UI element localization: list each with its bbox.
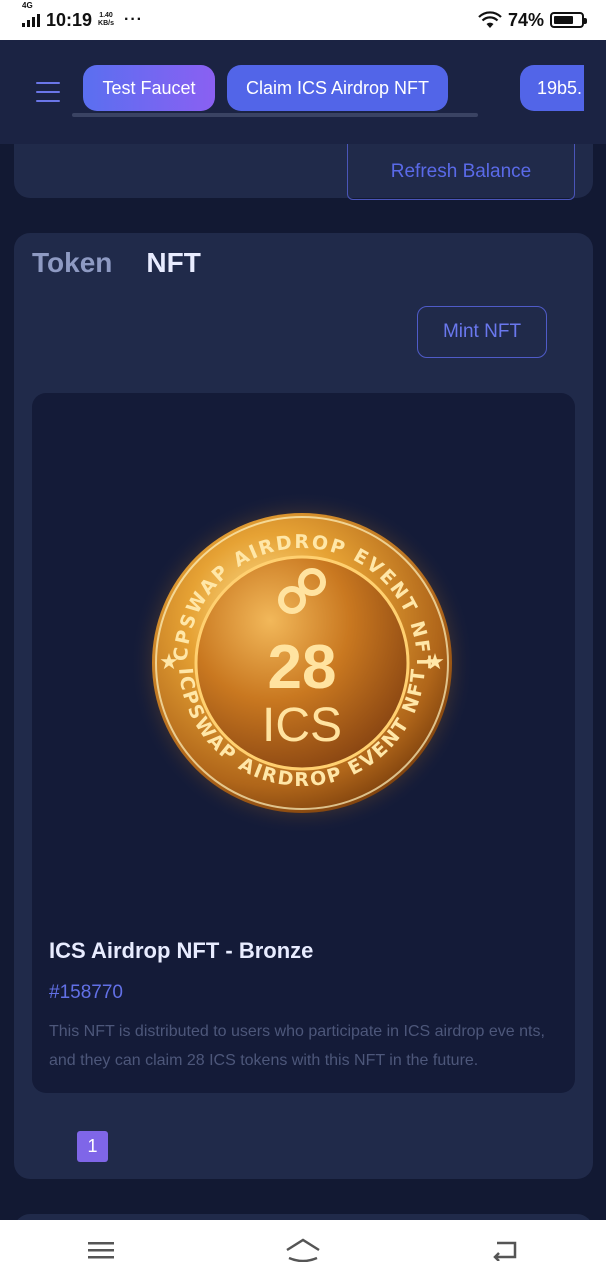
coin-amount: 28 bbox=[268, 633, 337, 702]
gold-coin-image: ICPSWAP AIRDROP EVENT NFT ICPSWAP AIRDRO… bbox=[122, 471, 474, 835]
network-speed: 1.40 KB/s bbox=[98, 12, 114, 28]
speed-value: 1.40 bbox=[99, 12, 113, 19]
test-faucet-button[interactable]: Test Faucet bbox=[83, 65, 215, 111]
main-content: Refresh Balance Token NFT Mint NFT CPSWA… bbox=[0, 144, 606, 1220]
wifi-icon bbox=[478, 11, 502, 28]
nft-card[interactable]: ICPSWAP AIRDROP EVENT NFT ICPSWAP AIRDRO… bbox=[32, 393, 575, 1093]
network-type: 4G bbox=[22, 0, 33, 10]
balance-card: Refresh Balance bbox=[14, 144, 593, 200]
nft-description: This NFT is distributed to users who par… bbox=[49, 1023, 545, 1069]
refresh-balance-button[interactable]: Refresh Balance bbox=[347, 144, 575, 200]
tab-nft[interactable]: NFT bbox=[146, 247, 200, 279]
svg-text:★: ★ bbox=[159, 650, 179, 675]
top-navigation: Test Faucet Claim ICS Airdrop NFT 19b5. bbox=[0, 40, 606, 144]
nft-panel: Token NFT Mint NFT CPSWAP AIRDROP EVENT … bbox=[14, 233, 593, 1179]
pagination-page-1[interactable]: 1 bbox=[77, 1131, 108, 1162]
system-navigation-bar bbox=[0, 1220, 606, 1280]
claim-airdrop-button[interactable]: Claim ICS Airdrop NFT bbox=[227, 65, 448, 111]
hamburger-menu-icon[interactable] bbox=[36, 82, 60, 102]
home-icon[interactable] bbox=[283, 1235, 323, 1265]
back-icon[interactable] bbox=[485, 1235, 525, 1265]
account-button[interactable]: 19b5. bbox=[520, 65, 584, 111]
more-notifications-icon: ··· bbox=[124, 11, 143, 28]
speed-unit: KB/s bbox=[98, 20, 114, 27]
clock: 10:19 bbox=[46, 9, 93, 30]
tab-token[interactable]: Token bbox=[32, 247, 112, 279]
nft-title: ICS Airdrop NFT - Bronze bbox=[49, 938, 314, 963]
nft-id: #158770 bbox=[49, 982, 123, 1003]
menu-icon[interactable] bbox=[81, 1235, 121, 1265]
mint-nft-button[interactable]: Mint NFT bbox=[417, 306, 547, 358]
svg-text:★: ★ bbox=[425, 650, 445, 675]
horizontal-scrollbar[interactable] bbox=[72, 113, 478, 117]
nft-image: ICPSWAP AIRDROP EVENT NFT ICPSWAP AIRDRO… bbox=[122, 471, 477, 838]
asset-tabs: Token NFT bbox=[32, 247, 201, 279]
battery-percent: 74% bbox=[507, 9, 544, 30]
battery-icon bbox=[550, 12, 587, 28]
signal-icon: 4G bbox=[22, 1, 40, 27]
coin-unit: ICS bbox=[262, 699, 342, 752]
status-bar: 4G 10:19 1.40 KB/s ··· 74% bbox=[0, 0, 606, 40]
